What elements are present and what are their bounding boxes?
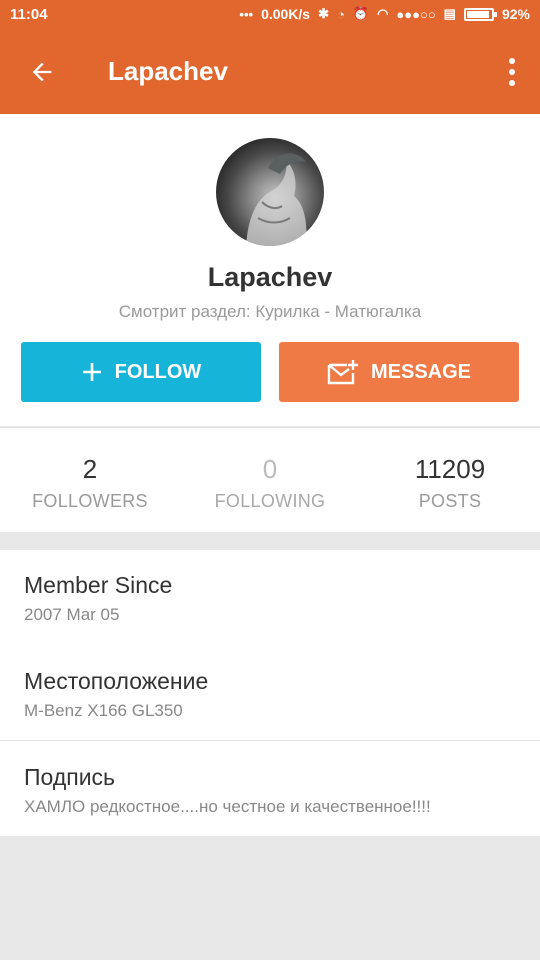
info-signature: Подпись ХАМЛО редкостное....но честное и…	[24, 764, 524, 817]
followers-stat[interactable]: 2 FOLLOWERS	[0, 454, 180, 512]
info-value: 2007 Mar 05	[24, 605, 120, 624]
info-value: ХАМЛО редкостное....но честное и качеств…	[24, 797, 431, 816]
profile-info: Member Since 2007 Mar 05 Местоположение …	[0, 550, 540, 836]
page-title: Lapachev	[108, 56, 228, 86]
following-count: 0	[262, 454, 278, 484]
posts-stat[interactable]: 11209 POSTS	[360, 454, 540, 512]
signal-icon: ●●●○○	[396, 6, 436, 22]
status-bar: 11:04 ••• 0.00K/s ✱ ◔ ⏰ ◠ ●●●○○ ▤ 92%	[0, 0, 540, 30]
arrow-left-icon	[32, 62, 52, 82]
info-value: M-Benz X166 GL350	[24, 701, 183, 720]
message-label: MESSAGE	[370, 360, 472, 383]
status-time: 11:04	[10, 6, 48, 23]
info-title: Member Since	[24, 572, 173, 598]
back-button[interactable]	[20, 50, 64, 94]
header: 11:04 ••• 0.00K/s ✱ ◔ ⏰ ◠ ●●●○○ ▤ 92% La…	[0, 0, 540, 114]
info-title: Местоположение	[24, 668, 209, 694]
battery-icon	[463, 7, 497, 21]
more-dot	[509, 80, 515, 86]
app-bar: Lapachev	[0, 30, 540, 114]
more-options-button[interactable]	[500, 52, 524, 92]
wifi-icon: ◠	[377, 6, 389, 21]
info-member-since: Member Since 2007 Mar 05	[24, 572, 524, 625]
posts-label: POSTS	[418, 491, 482, 511]
divider	[0, 740, 540, 741]
avatar-image	[246, 153, 307, 246]
alarm-off-icon: ◔	[337, 6, 345, 22]
cellular-icon: ▤	[443, 6, 456, 21]
following-label: FOLLOWING	[214, 491, 326, 511]
viewing-status: Смотрит раздел: Курилка - Матюгалка	[118, 302, 422, 321]
mail-plus-icon	[327, 360, 358, 385]
bluetooth-icon: ✱	[318, 6, 330, 21]
posts-count: 11209	[414, 454, 486, 484]
battery-level: 92%	[501, 6, 530, 22]
info-location: Местоположение M-Benz X166 GL350	[24, 668, 524, 721]
profile-card: Lapachev Смотрит раздел: Курилка - Матюг…	[0, 114, 540, 426]
avatar[interactable]	[216, 138, 324, 246]
following-stat[interactable]: 0 FOLLOWING	[180, 454, 360, 512]
profile-name: Lapachev	[207, 262, 333, 292]
follow-label: FOLLOW	[114, 360, 202, 383]
alarm-icon: ⏰	[352, 6, 370, 21]
message-button[interactable]: MESSAGE	[279, 342, 519, 402]
more-vertical-icon	[509, 58, 515, 64]
info-title: Подпись	[24, 764, 116, 790]
follow-button[interactable]: FOLLOW	[21, 342, 261, 402]
network-speed: 0.00K/s	[261, 6, 311, 22]
stats-row: 2 FOLLOWERS 0 FOLLOWING 11209 POSTS	[0, 427, 540, 532]
more-dot	[509, 69, 515, 75]
followers-count: 2	[82, 454, 98, 484]
plus-icon	[82, 363, 101, 381]
status-icons: ••• 0.00K/s ✱ ◔ ⏰ ◠ ●●●○○ ▤ 92%	[239, 6, 530, 22]
more-dots-icon: •••	[239, 6, 254, 22]
followers-label: FOLLOWERS	[32, 491, 148, 511]
